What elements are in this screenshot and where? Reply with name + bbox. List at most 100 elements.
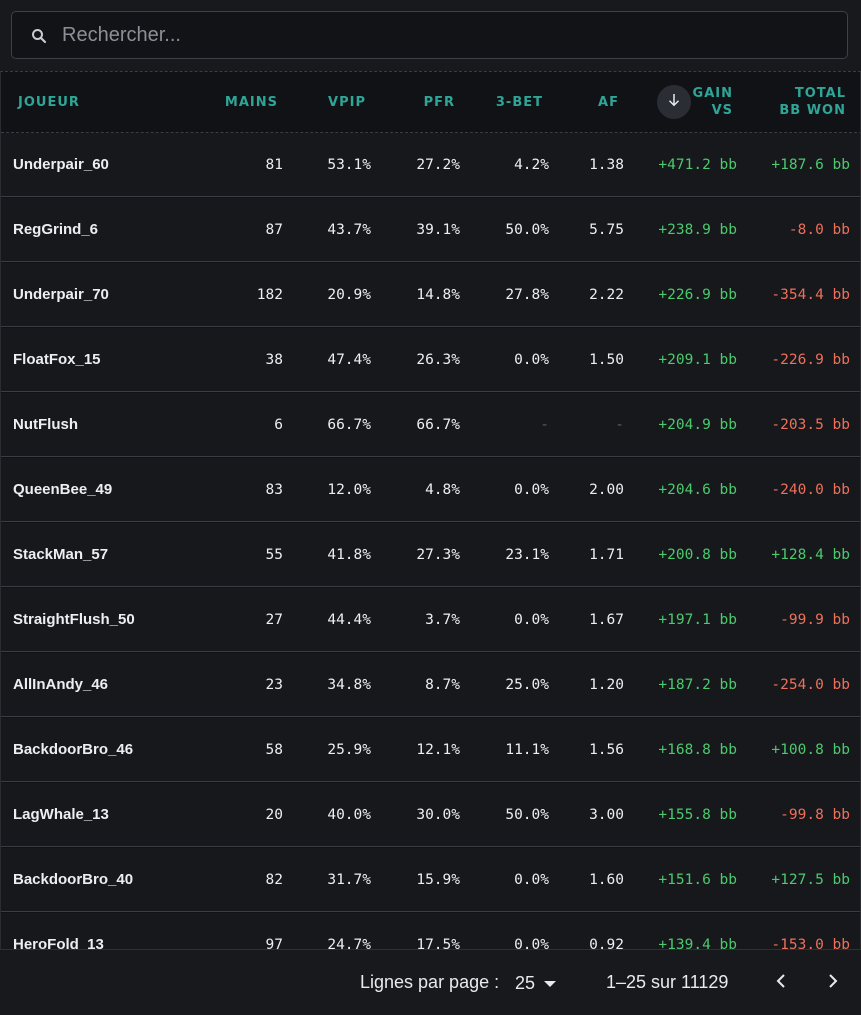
rows-per-page-label: Lignes par page : bbox=[360, 972, 500, 992]
table-row[interactable]: QueenBee_49 83 12.0% 4.8% 0.0% 2.00 +204.6 bb -… bbox=[1, 458, 860, 522]
cell-af: 1.56 bbox=[589, 741, 624, 758]
cell-player: BackdoorBro_40 bbox=[13, 871, 134, 888]
column-label: JOUEUR bbox=[18, 94, 80, 110]
column-header-af[interactable]: AF bbox=[571, 72, 619, 132]
cell-af: 1.20 bbox=[589, 676, 624, 693]
cell-three-bet: 27.8% bbox=[505, 286, 549, 303]
search-icon bbox=[30, 26, 50, 46]
table-row[interactable]: StackMan_57 55 41.8% 27.3% 23.1% 1.71 +200.8 b… bbox=[1, 523, 860, 587]
cell-player: LagWhale_13 bbox=[13, 806, 109, 823]
cell-total: -240.0 bb bbox=[771, 481, 850, 498]
cell-vpip: 34.8% bbox=[327, 676, 371, 693]
cell-three-bet: 0.0% bbox=[514, 611, 549, 628]
cell-vpip: 24.7% bbox=[327, 936, 371, 950]
table-row[interactable]: StraightFlush_50 27 44.4% 3.7% 0.0% 1.67 +197.… bbox=[1, 588, 860, 652]
table-row[interactable]: LagWhale_13 20 40.0% 30.0% 50.0% 3.00 +155.8 b… bbox=[1, 783, 860, 847]
cell-vpip: 47.4% bbox=[327, 351, 371, 368]
column-header-pfr[interactable]: PFR bbox=[391, 72, 455, 132]
cell-three-bet: 0.0% bbox=[514, 351, 549, 368]
table-row[interactable]: HeroFold_13 97 24.7% 17.5% 0.0% 0.92 +139.4 bb… bbox=[1, 913, 860, 950]
pagination-range: 1–25 sur 11129 bbox=[606, 972, 729, 992]
cell-player: Underpair_70 bbox=[13, 286, 109, 303]
column-label: 3-BET bbox=[495, 94, 543, 110]
cell-pfr: 39.1% bbox=[416, 221, 460, 238]
cell-af: 1.67 bbox=[589, 611, 624, 628]
cell-player: FloatFox_15 bbox=[13, 351, 101, 368]
cell-af: 0.92 bbox=[589, 936, 624, 950]
cell-hands: 20 bbox=[265, 806, 283, 823]
cell-vpip: 43.7% bbox=[327, 221, 371, 238]
cell-af: 2.00 bbox=[589, 481, 624, 498]
sort-button[interactable] bbox=[657, 85, 691, 119]
cell-total: -254.0 bb bbox=[771, 676, 850, 693]
table-row[interactable]: Underpair_60 81 53.1% 27.2% 4.2% 1.38 +471.2 b… bbox=[1, 133, 860, 197]
cell-total: +128.4 bb bbox=[771, 546, 850, 563]
column-label-line: TOTAL bbox=[794, 86, 846, 101]
cell-pfr: 3.7% bbox=[425, 611, 460, 628]
cell-total: +127.5 bb bbox=[771, 871, 850, 888]
cell-gain-vs: +209.1 bb bbox=[658, 351, 737, 368]
cell-total: -8.0 bb bbox=[788, 221, 850, 238]
column-label-line: GAIN bbox=[692, 86, 733, 101]
caret-down-icon bbox=[543, 973, 557, 994]
cell-gain-vs: +187.2 bb bbox=[658, 676, 737, 693]
search-input[interactable] bbox=[60, 14, 847, 56]
cell-pfr: 15.9% bbox=[416, 871, 460, 888]
cell-total: -99.9 bb bbox=[780, 611, 850, 628]
cell-pfr: 30.0% bbox=[416, 806, 460, 823]
cell-vpip: 25.9% bbox=[327, 741, 371, 758]
table-row[interactable]: NutFlush 6 66.7% 66.7% - - +204.9 bb -203.5 bb bbox=[1, 393, 860, 457]
table-row[interactable]: BackdoorBro_40 82 31.7% 15.9% 0.0% 1.60 +151.6… bbox=[1, 848, 860, 912]
cell-total: -203.5 bb bbox=[771, 416, 850, 433]
column-label: GAIN VS bbox=[693, 85, 733, 119]
column-header-vpip[interactable]: VPIP bbox=[301, 72, 366, 132]
cell-af: 1.38 bbox=[589, 156, 624, 173]
cell-pfr: 66.7% bbox=[416, 416, 460, 433]
column-header-hands[interactable]: MAINS bbox=[201, 72, 278, 132]
cell-gain-vs: +139.4 bb bbox=[658, 936, 737, 950]
cell-vpip: 66.7% bbox=[327, 416, 371, 433]
cell-three-bet: - bbox=[540, 416, 549, 433]
cell-three-bet: 0.0% bbox=[514, 871, 549, 888]
next-page-button[interactable] bbox=[818, 969, 846, 997]
column-header-player[interactable]: JOUEUR bbox=[18, 72, 80, 132]
rows-per-page-select[interactable]: 25 bbox=[515, 971, 557, 995]
column-label-line: BB WON bbox=[779, 103, 846, 118]
column-header-3bet[interactable]: 3-BET bbox=[471, 72, 543, 132]
column-label: PFR bbox=[423, 94, 455, 110]
players-table: JOUEUR MAINS VPIP PFR 3-BET AF GAIN VS TO… bbox=[0, 71, 861, 949]
cell-total: +187.6 bb bbox=[771, 156, 850, 173]
cell-vpip: 31.7% bbox=[327, 871, 371, 888]
cell-pfr: 8.7% bbox=[425, 676, 460, 693]
table-row[interactable]: RegGrind_6 87 43.7% 39.1% 50.0% 5.75 +238.9 bb… bbox=[1, 198, 860, 262]
cell-player: AllInAndy_46 bbox=[13, 676, 109, 693]
table-row[interactable]: BackdoorBro_46 58 25.9% 12.1% 11.1% 1.56 +168.… bbox=[1, 718, 860, 782]
cell-gain-vs: +471.2 bb bbox=[658, 156, 737, 173]
cell-player: HeroFold_13 bbox=[13, 936, 104, 949]
cell-af: 5.75 bbox=[589, 221, 624, 238]
cell-hands: 81 bbox=[265, 156, 283, 173]
cell-pfr: 12.1% bbox=[416, 741, 460, 758]
column-header-gain-vs[interactable]: GAIN VS bbox=[691, 72, 733, 132]
cell-vpip: 41.8% bbox=[327, 546, 371, 563]
chevron-right-icon bbox=[824, 973, 840, 994]
cell-three-bet: 0.0% bbox=[514, 936, 549, 950]
cell-hands: 58 bbox=[265, 741, 283, 758]
table-row[interactable]: AllInAndy_46 23 34.8% 8.7% 25.0% 1.20 +187.2 b… bbox=[1, 653, 860, 717]
previous-page-button[interactable] bbox=[768, 969, 796, 997]
cell-af: 2.22 bbox=[589, 286, 624, 303]
cell-af: - bbox=[615, 416, 624, 433]
cell-af: 3.00 bbox=[589, 806, 624, 823]
cell-gain-vs: +238.9 bb bbox=[658, 221, 737, 238]
cell-three-bet: 0.0% bbox=[514, 481, 549, 498]
arrow-down-icon bbox=[665, 91, 683, 114]
table-row[interactable]: Underpair_70 182 20.9% 14.8% 27.8% 2.22 +226.9… bbox=[1, 263, 860, 327]
chevron-left-icon bbox=[774, 973, 790, 994]
cell-vpip: 53.1% bbox=[327, 156, 371, 173]
cell-pfr: 27.3% bbox=[416, 546, 460, 563]
cell-total: +100.8 bb bbox=[771, 741, 850, 758]
column-header-total-bb-won[interactable]: TOTAL BB WON bbox=[761, 72, 846, 132]
search-bar[interactable] bbox=[11, 11, 848, 59]
table-row[interactable]: FloatFox_15 38 47.4% 26.3% 0.0% 1.50 +209.1 bb… bbox=[1, 328, 860, 392]
cell-gain-vs: +168.8 bb bbox=[658, 741, 737, 758]
